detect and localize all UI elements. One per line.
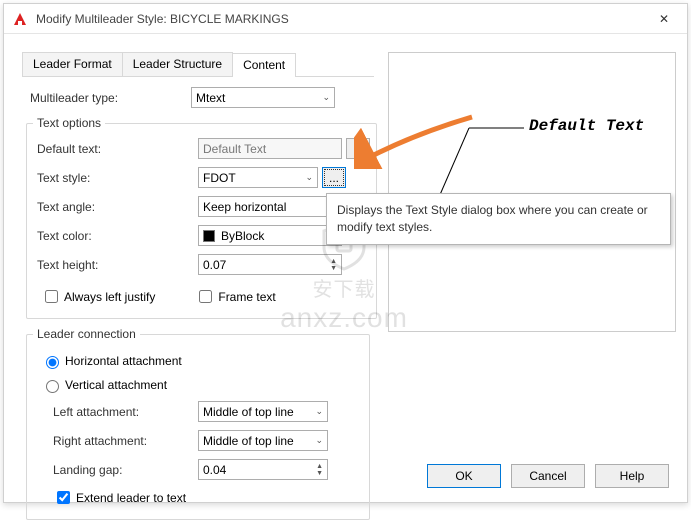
left-column: Leader Format Leader Structure Content M…	[22, 52, 374, 528]
row-left-attachment: Left attachment: Middle of top line ⌄	[33, 401, 363, 422]
ellipsis-icon: ...	[329, 171, 339, 185]
frame-text-checkbox[interactable]: Frame text	[195, 287, 275, 306]
extend-leader-label: Extend leader to text	[76, 491, 186, 505]
default-text-input[interactable]	[198, 138, 342, 159]
landing-gap-input[interactable]: 0.04 ▲▼	[198, 459, 328, 480]
dialog-body: Leader Format Leader Structure Content M…	[4, 34, 687, 528]
tooltip: Displays the Text Style dialog box where…	[326, 193, 671, 245]
multileader-type-label: Multileader type:	[26, 91, 191, 105]
text-color-label: Text color:	[33, 229, 198, 243]
leader-connection-group: Leader connection Horizontal attachment …	[26, 327, 370, 520]
landing-gap-value: 0.04	[203, 463, 226, 477]
extend-leader-checkbox[interactable]: Extend leader to text	[53, 488, 363, 507]
cancel-button[interactable]: Cancel	[511, 464, 585, 488]
text-style-value: FDOT	[203, 171, 236, 185]
help-button[interactable]: Help	[595, 464, 669, 488]
window-title: Modify Multileader Style: BICYCLE MARKIN…	[36, 12, 641, 26]
multileader-type-select[interactable]: Mtext ⌄	[191, 87, 335, 108]
always-left-justify-checkbox[interactable]: Always left justify	[41, 287, 155, 306]
close-button[interactable]: ✕	[641, 4, 687, 34]
text-height-value: 0.07	[203, 258, 226, 272]
content-panel: Multileader type: Mtext ⌄ Text options D…	[22, 77, 374, 520]
color-swatch-icon	[203, 230, 215, 242]
default-text-label: Default text:	[33, 142, 198, 156]
text-height-input[interactable]: 0.07 ▲▼	[198, 254, 342, 275]
checkbox-icon[interactable]	[199, 290, 212, 303]
spinner-icon[interactable]: ▲▼	[316, 463, 323, 477]
text-angle-select[interactable]: Keep horizontal ⌄	[198, 196, 342, 217]
row-right-attachment: Right attachment: Middle of top line ⌄	[33, 430, 363, 451]
ellipsis-icon: ...	[353, 142, 363, 156]
default-text-browse-button[interactable]: ...	[346, 138, 370, 159]
left-attachment-label: Left attachment:	[33, 405, 198, 419]
text-style-label: Text style:	[33, 171, 198, 185]
horizontal-attachment-radio[interactable]: Horizontal attachment	[41, 353, 363, 369]
text-color-select[interactable]: ByBlock ⌄	[198, 225, 342, 246]
always-left-justify-label: Always left justify	[64, 290, 155, 304]
dialog-window: Modify Multileader Style: BICYCLE MARKIN…	[3, 3, 688, 503]
ok-button[interactable]: OK	[427, 464, 501, 488]
chevron-down-icon: ⌄	[315, 435, 323, 446]
tab-content[interactable]: Content	[232, 53, 296, 77]
title-bar: Modify Multileader Style: BICYCLE MARKIN…	[4, 4, 687, 34]
radio-icon[interactable]	[46, 380, 59, 393]
text-angle-label: Text angle:	[33, 200, 198, 214]
app-icon	[12, 11, 28, 27]
preview-pane: Default Text	[388, 52, 676, 332]
close-icon: ✕	[659, 12, 669, 26]
checkbox-icon[interactable]	[45, 290, 58, 303]
checkbox-icon[interactable]	[57, 491, 70, 504]
row-landing-gap: Landing gap: 0.04 ▲▼	[33, 459, 363, 480]
multileader-type-value: Mtext	[196, 91, 225, 105]
dialog-buttons: OK Cancel Help	[427, 464, 669, 488]
horizontal-attachment-label: Horizontal attachment	[65, 354, 182, 368]
right-attachment-select[interactable]: Middle of top line ⌄	[198, 430, 328, 451]
tab-strip: Leader Format Leader Structure Content	[22, 52, 374, 77]
vertical-attachment-label: Vertical attachment	[65, 378, 167, 392]
text-style-select[interactable]: FDOT ⌄	[198, 167, 318, 188]
chevron-down-icon: ⌄	[305, 172, 313, 183]
left-attachment-select[interactable]: Middle of top line ⌄	[198, 401, 328, 422]
tab-leader-format[interactable]: Leader Format	[22, 52, 123, 76]
radio-icon[interactable]	[46, 356, 59, 369]
chevron-down-icon: ⌄	[315, 406, 323, 417]
text-style-browse-button[interactable]: ...	[322, 167, 346, 188]
text-options-legend: Text options	[33, 116, 105, 130]
right-attachment-value: Middle of top line	[203, 434, 294, 448]
text-height-label: Text height:	[33, 258, 198, 272]
right-column: Default Text	[388, 52, 676, 528]
tab-leader-structure[interactable]: Leader Structure	[122, 52, 233, 76]
preview-sample-text: Default Text	[529, 117, 644, 135]
vertical-attachment-radio[interactable]: Vertical attachment	[41, 377, 363, 393]
row-text-angle: Text angle: Keep horizontal ⌄	[33, 196, 370, 217]
text-options-group: Text options Default text: ... Text styl…	[26, 116, 377, 319]
tooltip-text: Displays the Text Style dialog box where…	[337, 203, 648, 234]
row-text-height: Text height: 0.07 ▲▼	[33, 254, 370, 275]
text-angle-value: Keep horizontal	[203, 200, 286, 214]
left-attachment-value: Middle of top line	[203, 405, 294, 419]
frame-text-label: Frame text	[218, 290, 275, 304]
row-text-color: Text color: ByBlock ⌄	[33, 225, 370, 246]
spinner-icon[interactable]: ▲▼	[330, 258, 337, 272]
row-multileader-type: Multileader type: Mtext ⌄	[26, 87, 370, 108]
landing-gap-label: Landing gap:	[33, 463, 198, 477]
chevron-down-icon: ⌄	[322, 92, 330, 103]
right-attachment-label: Right attachment:	[33, 434, 198, 448]
leader-connection-legend: Leader connection	[33, 327, 140, 341]
row-text-style: Text style: FDOT ⌄ ...	[33, 167, 370, 188]
row-default-text: Default text: ...	[33, 138, 370, 159]
text-color-value: ByBlock	[221, 229, 264, 243]
